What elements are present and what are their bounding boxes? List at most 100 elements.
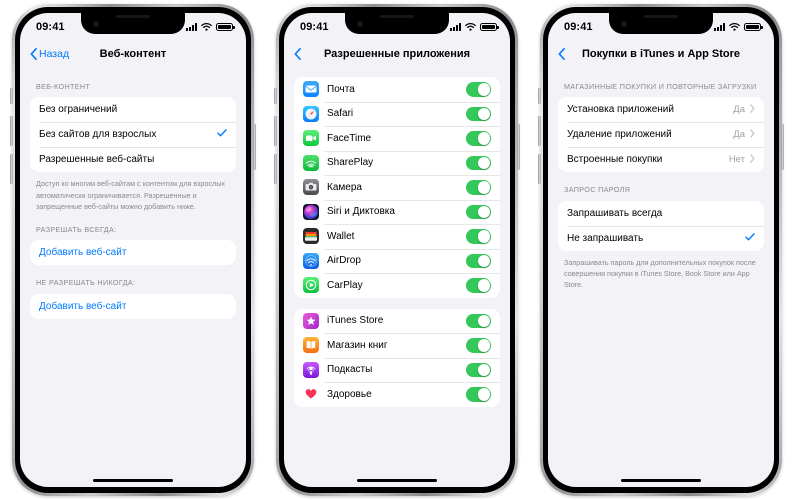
back-button[interactable]	[294, 48, 301, 60]
facetime-icon	[303, 130, 319, 147]
settings-list: ВЕБ-КОНТЕНТ Без ограничений Без сайтов для…	[20, 69, 246, 487]
settings-group: Запрашивать всегда Не запрашивать	[558, 200, 764, 251]
list-item[interactable]: Разрешенные веб-сайты	[30, 147, 236, 172]
phone-web-content: 09:41 Назад Веб-контент ВЕБ-КОНТЕНТ Без огра…	[10, 4, 256, 496]
mail-icon	[303, 81, 319, 98]
earpiece-speaker	[380, 15, 414, 18]
app-toggle-switch[interactable]	[466, 362, 491, 377]
list-item[interactable]: Встроенные покупки Нет	[558, 147, 764, 172]
app-toggle-switch[interactable]	[466, 155, 491, 170]
volume-down-button[interactable]	[10, 154, 13, 184]
list-item[interactable]: Добавить веб-сайт	[30, 294, 236, 319]
app-row[interactable]: Подкасты	[294, 357, 500, 383]
list-item-value: Да	[733, 129, 745, 141]
list-item-label: Не запрашивать	[567, 232, 644, 244]
shareplay-icon	[303, 154, 319, 171]
notch	[345, 13, 449, 34]
app-row[interactable]: CarPlay	[294, 273, 500, 298]
home-indicator[interactable]	[93, 479, 173, 482]
app-row[interactable]: FaceTime	[294, 126, 500, 151]
app-toggle-switch[interactable]	[466, 229, 491, 244]
app-row[interactable]: Siri и Диктовка	[294, 199, 500, 225]
list-item-label: Встроенные покупки	[567, 154, 663, 166]
app-name: FaceTime	[327, 132, 372, 144]
app-row[interactable]: Почта	[294, 77, 500, 102]
power-button[interactable]	[781, 124, 784, 170]
screenshot-stage: 09:41 Назад Веб-контент ВЕБ-КОНТЕНТ Без огра…	[0, 0, 794, 500]
home-indicator[interactable]	[357, 479, 437, 482]
status-bar-indicators	[186, 18, 235, 36]
volume-down-button[interactable]	[538, 154, 541, 184]
app-row[interactable]: Здоровье	[294, 382, 500, 407]
app-toggle-switch[interactable]	[466, 313, 491, 328]
list-item-label: Разрешенные веб-сайты	[39, 154, 155, 166]
mute-switch[interactable]	[274, 88, 277, 104]
settings-group: Без ограничений Без сайтов для взрослых Ра…	[30, 97, 236, 173]
list-item[interactable]: Добавить веб-сайт	[30, 240, 236, 265]
volume-down-button[interactable]	[274, 154, 277, 184]
list-item-value: Да	[733, 104, 745, 116]
app-toggle-switch[interactable]	[466, 106, 491, 121]
settings-list: МАГАЗИННЫЕ ПОКУПКИ И ПОВТОРНЫЕ ЗАГРУЗКИ У…	[548, 69, 774, 487]
app-toggle-switch[interactable]	[466, 204, 491, 219]
list-item[interactable]: Без сайтов для взрослых	[30, 122, 236, 147]
apps-group: iTunes Store Магазин книг Подкасты Здоровье	[294, 308, 500, 407]
cellular-signal-icon	[450, 23, 461, 31]
app-row[interactable]: Safari	[294, 101, 500, 127]
status-bar-time: 09:41	[564, 21, 593, 33]
earpiece-speaker	[116, 15, 150, 18]
app-row[interactable]: SharePlay	[294, 150, 500, 176]
section-header: НЕ РАЗРЕШАТЬ НИКОГДА:	[36, 278, 136, 288]
home-indicator[interactable]	[621, 479, 701, 482]
list-item-label: Добавить веб-сайт	[39, 247, 127, 259]
app-row[interactable]: Wallet	[294, 224, 500, 249]
list-item[interactable]: Без ограничений	[30, 97, 236, 122]
checkmark-icon	[745, 232, 755, 245]
chevron-right-icon	[750, 104, 755, 116]
battery-icon	[744, 22, 763, 32]
camera-icon	[303, 179, 319, 196]
app-row[interactable]: Магазин книг	[294, 333, 500, 358]
list-item[interactable]: Запрашивать всегда	[558, 201, 764, 226]
app-name: iTunes Store	[327, 315, 384, 327]
back-button[interactable]: Назад	[30, 48, 69, 60]
mute-switch[interactable]	[538, 88, 541, 104]
app-toggle-switch[interactable]	[466, 131, 491, 146]
phone-allowed-apps: 09:41 Разрешенные приложения Почта Safari Fa…	[274, 4, 520, 496]
app-name: Подкасты	[327, 364, 373, 376]
power-button[interactable]	[253, 124, 256, 170]
list-item[interactable]: Установка приложений Да	[558, 97, 764, 122]
app-name: CarPlay	[327, 279, 363, 291]
status-bar-indicators	[450, 18, 499, 36]
itunes-store-icon	[303, 312, 319, 329]
back-button[interactable]	[558, 48, 565, 60]
app-toggle-switch[interactable]	[466, 387, 491, 402]
section-header: МАГАЗИННЫЕ ПОКУПКИ И ПОВТОРНЫЕ ЗАГРУЗКИ	[564, 82, 757, 91]
notch	[81, 13, 185, 34]
phone-body: 09:41 Разрешенные приложения Почта Safari Fa…	[279, 7, 515, 493]
health-icon	[303, 386, 319, 403]
battery-icon	[216, 22, 235, 32]
list-item-label: Без ограничений	[39, 104, 118, 116]
app-toggle-switch[interactable]	[466, 82, 491, 97]
app-row[interactable]: Камера	[294, 175, 500, 200]
app-toggle-switch[interactable]	[466, 253, 491, 268]
phone-screen: 09:41 Покупки в iTunes и App Store МАГАЗИН…	[548, 13, 774, 487]
app-name: Safari	[327, 108, 354, 120]
list-item[interactable]: Не запрашивать	[558, 225, 764, 251]
mute-switch[interactable]	[10, 88, 13, 104]
volume-up-button[interactable]	[274, 116, 277, 146]
app-toggle-switch[interactable]	[466, 338, 491, 353]
chevron-right-icon	[750, 129, 755, 141]
app-row[interactable]: iTunes Store	[294, 309, 500, 334]
app-toggle-switch[interactable]	[466, 278, 491, 293]
page-title: Покупки в iTunes и App Store	[581, 48, 741, 60]
list-item[interactable]: Удаление приложений Да	[558, 122, 764, 147]
app-name: Здоровье	[327, 388, 372, 400]
volume-up-button[interactable]	[538, 116, 541, 146]
app-toggle-switch[interactable]	[466, 180, 491, 195]
app-row[interactable]: AirDrop	[294, 248, 500, 274]
volume-up-button[interactable]	[10, 116, 13, 146]
power-button[interactable]	[517, 124, 520, 170]
